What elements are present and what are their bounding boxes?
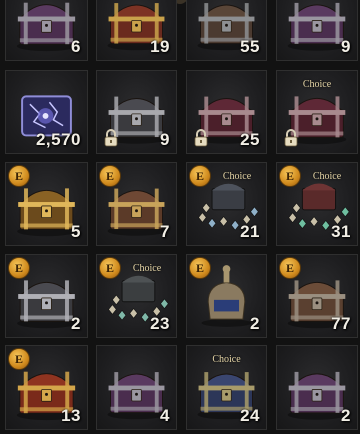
item-count: 2 bbox=[250, 314, 260, 333]
inventory-slot[interactable]: E2 bbox=[186, 254, 267, 338]
inventory-slot[interactable]: 19 bbox=[96, 0, 177, 61]
item-count: 9 bbox=[341, 37, 351, 56]
inventory-slot[interactable]: 9 bbox=[276, 0, 358, 61]
inventory-slot[interactable]: E2 bbox=[5, 254, 88, 338]
item-count: 55 bbox=[240, 37, 260, 56]
choice-label: Choice bbox=[222, 171, 252, 182]
inventory-slot[interactable]: 4 bbox=[96, 345, 177, 430]
item-count: 4 bbox=[160, 406, 170, 425]
inventory-slot[interactable]: Choice 24 bbox=[186, 345, 267, 430]
chest-icon bbox=[287, 371, 347, 420]
e-badge-icon: E bbox=[99, 165, 121, 187]
choice-label: Choice bbox=[132, 263, 162, 274]
lock-icon bbox=[194, 129, 208, 147]
e-badge-icon: E bbox=[99, 257, 121, 279]
inventory-slot[interactable]: Choice E 23 bbox=[96, 254, 177, 338]
chest-icon bbox=[16, 2, 77, 52]
choice-label: Choice bbox=[212, 354, 241, 365]
item-count: 7 bbox=[160, 222, 170, 241]
inventory-slot[interactable]: Choice E 31 bbox=[276, 162, 358, 246]
inventory-slot[interactable]: 2,570 bbox=[5, 70, 88, 154]
choice-label: Choice bbox=[302, 79, 332, 90]
e-badge-icon: E bbox=[8, 257, 30, 279]
choice-label: Choice bbox=[312, 171, 342, 182]
e-badge-icon: E bbox=[189, 257, 211, 279]
inventory-slot[interactable]: 9 bbox=[96, 70, 177, 154]
inventory-slot[interactable]: Choice E 21 bbox=[186, 162, 267, 246]
item-count: 77 bbox=[331, 314, 351, 333]
e-badge-icon: E bbox=[8, 348, 30, 370]
chest-icon bbox=[17, 188, 76, 237]
lock-icon bbox=[284, 129, 298, 147]
inventory-slot[interactable]: 6 bbox=[5, 0, 88, 61]
item-count: 2 bbox=[341, 406, 351, 425]
item-count: 19 bbox=[150, 37, 170, 56]
chest-icon bbox=[107, 188, 166, 236]
inventory-slot[interactable]: E7 bbox=[96, 162, 177, 246]
item-count: 25 bbox=[240, 130, 260, 149]
chest-icon bbox=[287, 2, 347, 51]
item-count: 24 bbox=[240, 406, 260, 425]
item-count: 23 bbox=[150, 314, 170, 333]
item-count: 2,570 bbox=[35, 130, 81, 149]
item-count: 9 bbox=[160, 130, 170, 149]
inventory-grid: 6 19 55 9 2,570 9 25 Choice E 5 E 7 Choice E 21 Choice E… bbox=[0, 0, 360, 434]
inventory-slot[interactable]: Choice bbox=[276, 70, 358, 154]
item-count: 31 bbox=[331, 222, 351, 241]
item-count: 13 bbox=[61, 406, 81, 425]
inventory-slot[interactable]: 55 bbox=[186, 0, 267, 61]
chest-icon bbox=[17, 280, 76, 329]
ornate-urn-icon bbox=[201, 265, 252, 327]
lock-icon bbox=[104, 129, 118, 147]
inventory-slot[interactable]: E 13 bbox=[5, 345, 88, 430]
inventory-slot[interactable]: E5 bbox=[5, 162, 88, 246]
item-count: 21 bbox=[240, 222, 260, 241]
item-count: 5 bbox=[71, 222, 81, 241]
e-badge-icon: E bbox=[279, 165, 301, 187]
inventory-slot[interactable]: E 77 bbox=[276, 254, 358, 338]
item-count: 6 bbox=[71, 37, 81, 56]
e-badge-icon: E bbox=[189, 165, 211, 187]
e-badge-icon: E bbox=[8, 165, 30, 187]
e-badge-icon: E bbox=[279, 257, 301, 279]
chest-icon bbox=[107, 372, 166, 420]
inventory-slot[interactable]: 25 bbox=[186, 70, 267, 154]
item-count: 2 bbox=[71, 314, 81, 333]
inventory-slot[interactable]: 2 bbox=[276, 345, 358, 430]
